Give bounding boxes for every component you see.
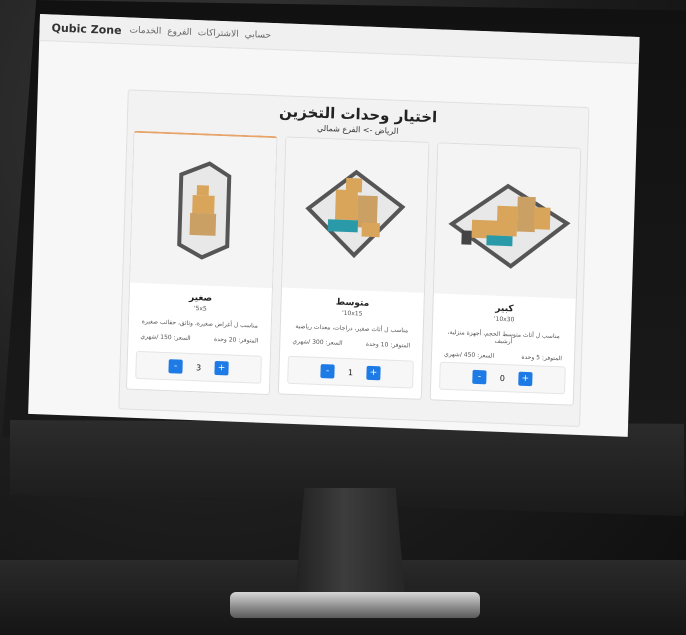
increment-button[interactable]: + bbox=[366, 365, 381, 381]
quantity-stepper: - 3 + bbox=[135, 350, 262, 384]
unit-card-small: صغير 5x5' مناسب ل أغراض صغيرة، وثائق، حق… bbox=[125, 130, 278, 396]
decrement-button[interactable]: - bbox=[320, 364, 335, 379]
decrement-button[interactable]: - bbox=[472, 369, 487, 385]
storage-panel: اختيار وحدات التخزين الرياض -> الفرع شما… bbox=[118, 89, 590, 428]
unit-available: المتوفر: 5 وحدة bbox=[521, 353, 563, 363]
unit-price: السعر: 450 /شهري bbox=[443, 350, 495, 360]
monitor-stand bbox=[294, 488, 406, 598]
screen: Qubic Zone الخدمات الفروع الاشتراكات حسا… bbox=[28, 14, 640, 437]
unit-price: السعر: 300 /شهري bbox=[292, 337, 343, 347]
increment-button[interactable]: + bbox=[518, 371, 533, 387]
unit-available: المتوفر: 20 وحدة bbox=[213, 335, 259, 345]
unit-cards: كبير 10x30' مناسب ل أثاث متوسط الحجم، أج… bbox=[125, 130, 582, 407]
unit-description: مناسب ل أثاث صغير، دراجات، معدات رياضية bbox=[295, 323, 409, 335]
unit-card-large: كبير 10x30' مناسب ل أثاث متوسط الحجم، أج… bbox=[429, 142, 582, 406]
quantity-stepper: - 1 + bbox=[287, 355, 414, 389]
unit-description: مناسب ل أغراض صغيرة، وثائق، حقائب صغيرة bbox=[141, 318, 259, 330]
storage-unit-large-illustration bbox=[448, 183, 571, 269]
nav-subscriptions[interactable]: الاشتراكات bbox=[198, 28, 239, 40]
nav-services[interactable]: الخدمات bbox=[129, 25, 161, 36]
nav-account[interactable]: حسابي bbox=[244, 30, 271, 41]
monitor-base bbox=[230, 592, 480, 618]
storage-unit-small-illustration bbox=[177, 161, 232, 260]
quantity-value: 1 bbox=[347, 367, 354, 377]
unit-image-small bbox=[130, 132, 277, 289]
unit-description: مناسب ل أثاث متوسط الحجم، أجهزة منزلية، … bbox=[447, 328, 560, 346]
unit-card-medium: متوسط 10x15' مناسب ل أثاث صغير، دراجات، … bbox=[277, 136, 430, 400]
increment-button[interactable]: + bbox=[214, 360, 229, 376]
unit-available: المتوفر: 10 وحدة bbox=[365, 340, 411, 350]
decrement-button[interactable]: - bbox=[168, 359, 183, 374]
quantity-value: 0 bbox=[499, 373, 506, 383]
nav-branches[interactable]: الفروع bbox=[167, 27, 192, 38]
unit-image-medium bbox=[281, 137, 429, 293]
unit-image-large bbox=[433, 143, 581, 299]
quantity-value: 3 bbox=[195, 362, 202, 372]
unit-price: السعر: 150 /شهري bbox=[140, 333, 191, 343]
storage-unit-medium-illustration bbox=[305, 169, 406, 259]
brand-logo[interactable]: Qubic Zone bbox=[51, 21, 121, 37]
quantity-stepper: - 0 + bbox=[439, 361, 566, 395]
